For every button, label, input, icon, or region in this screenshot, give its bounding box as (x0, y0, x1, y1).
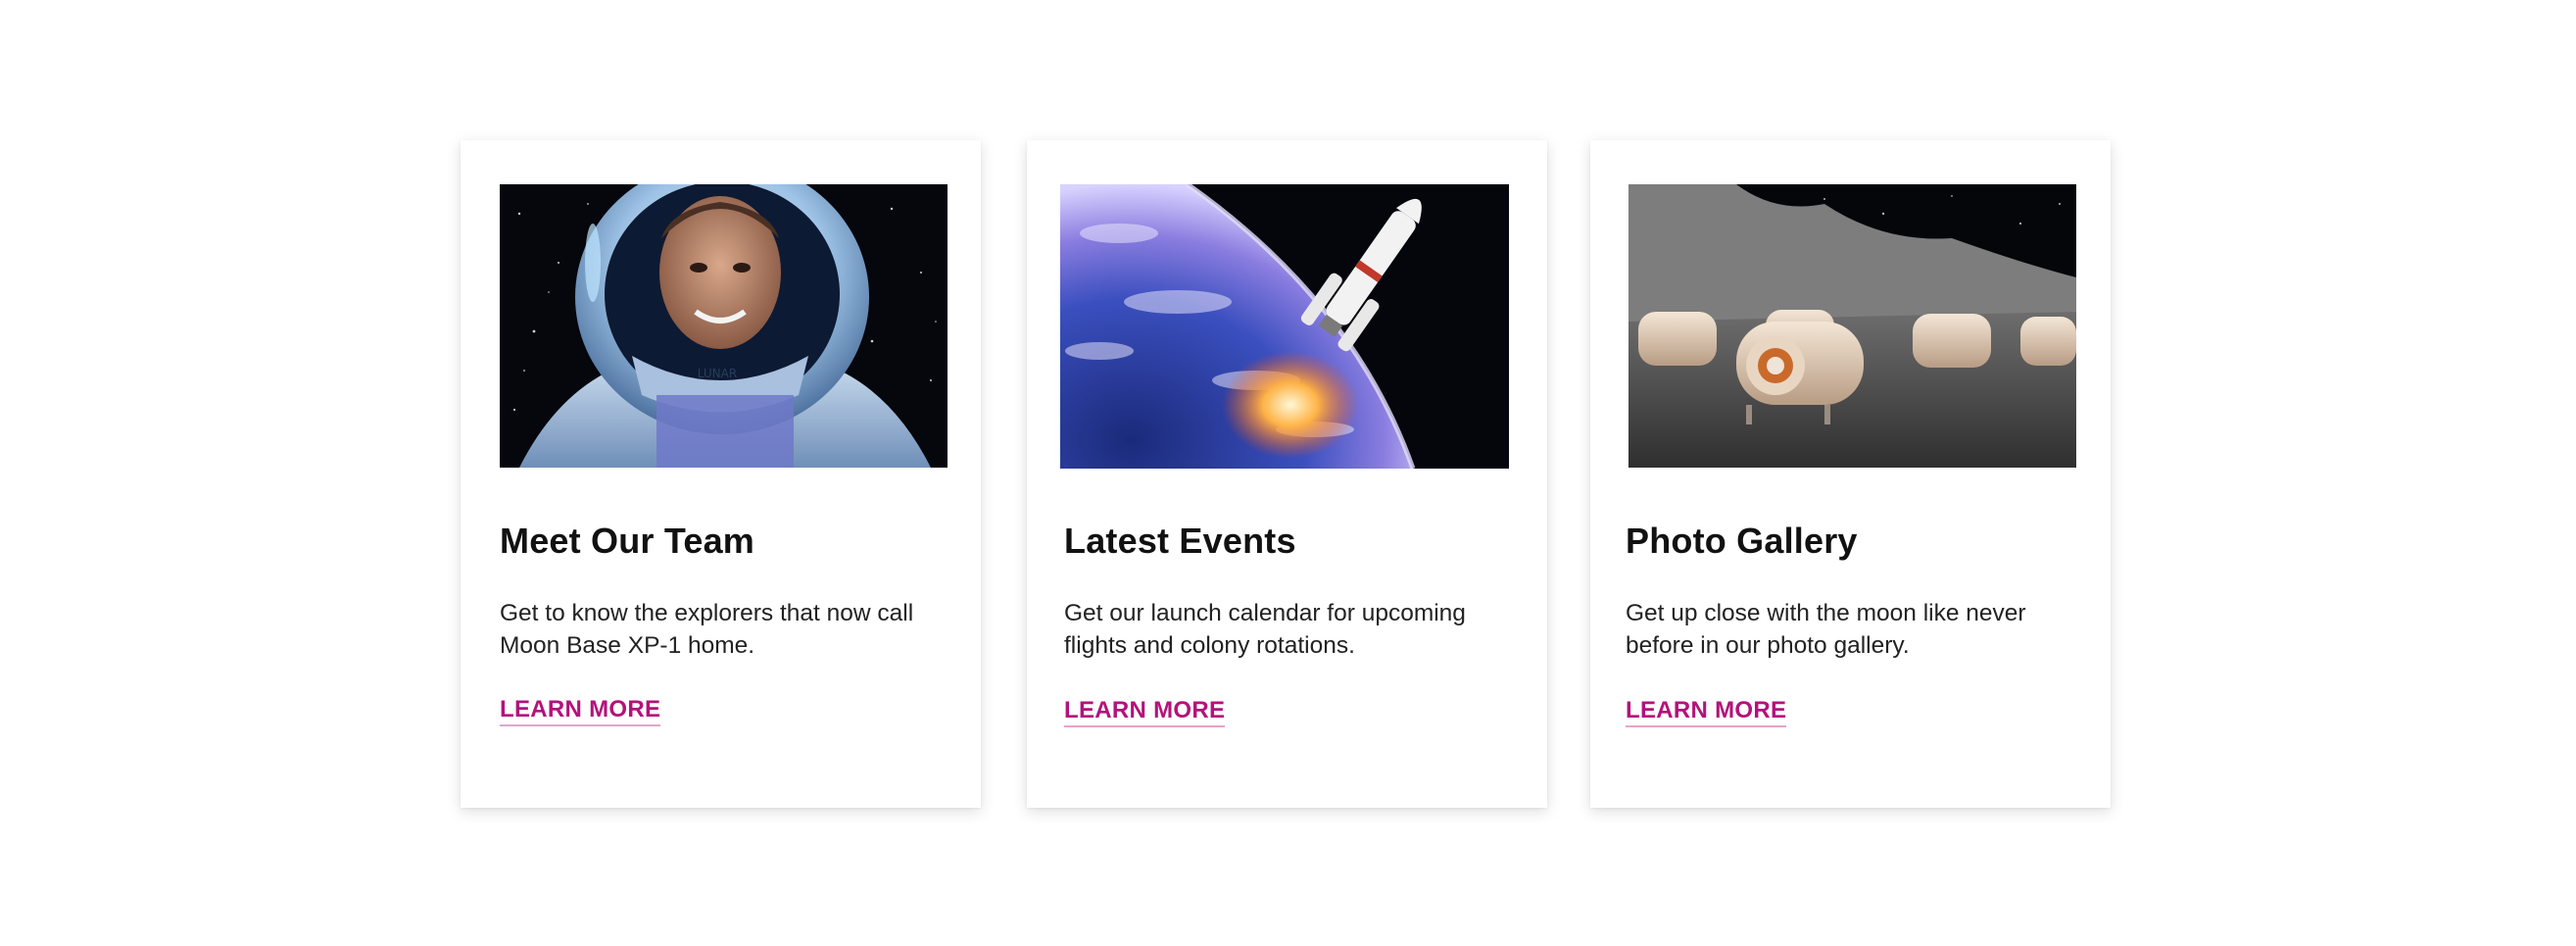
card-description: Get our launch calendar for upcoming fli… (1064, 600, 1466, 659)
card-image-astronaut: LUNAR (500, 184, 948, 468)
learn-more-link[interactable]: LEARN MORE (1064, 697, 1226, 727)
learn-more-link[interactable]: LEARN MORE (1626, 697, 1787, 727)
card-photo-gallery: Photo Gallery Get up close with the moon… (1590, 140, 2111, 808)
learn-more-link[interactable]: LEARN MORE (500, 696, 661, 726)
card-image-rocket (1060, 184, 1509, 469)
card-latest-events: Latest Events Get our launch calendar fo… (1027, 140, 1547, 808)
card-title: Meet Our Team (500, 521, 754, 561)
card-image-moon-base (1628, 184, 2076, 468)
card-title: Latest Events (1064, 521, 1296, 561)
moon-base-image (1628, 184, 2076, 468)
rocket-image (1060, 184, 1509, 469)
card-meet-our-team: LUNAR Meet Our Team Get to know the expl… (461, 140, 981, 808)
card-title: Photo Gallery (1626, 521, 1858, 561)
svg-text:LUNAR: LUNAR (698, 367, 737, 380)
card-description: Get to know the explorers that now call … (500, 600, 914, 659)
card-description: Get up close with the moon like never be… (1626, 600, 2026, 659)
astronaut-image: LUNAR (500, 184, 948, 468)
